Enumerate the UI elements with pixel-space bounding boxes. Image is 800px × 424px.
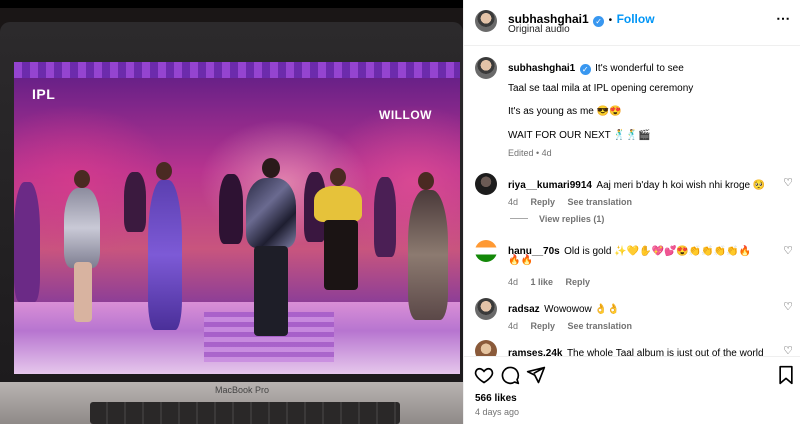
caption-author-avatar[interactable] bbox=[475, 57, 497, 79]
stage-lighting-rail bbox=[14, 62, 460, 78]
see-translation-button[interactable]: See translation bbox=[567, 321, 632, 331]
commenter-avatar[interactable] bbox=[475, 240, 497, 262]
caption-line: It's as young as me 😎😍 bbox=[508, 106, 622, 117]
performer-head bbox=[330, 168, 346, 186]
comment-text: Old is gold ✨💛✋💖💕😍👏👏👏👏🔥 bbox=[564, 246, 752, 257]
performer-lehenga bbox=[408, 190, 448, 320]
comment-text: Aaj meri b'day h koi wish nhi kroge 🥺 bbox=[596, 180, 766, 191]
performer-head bbox=[156, 162, 172, 180]
see-translation-button[interactable]: See translation bbox=[567, 197, 632, 207]
comment-meta: 4d Reply See translation bbox=[508, 316, 632, 334]
view-replies-button[interactable]: View replies (1) bbox=[539, 214, 604, 224]
post-header: subhashghai1 ✓ • Follow Original audio ⋯ bbox=[464, 0, 800, 46]
performer-purple-outfit bbox=[148, 180, 182, 330]
performer-sequin-jacket bbox=[246, 178, 296, 248]
commenter-avatar[interactable] bbox=[475, 298, 497, 320]
heart-icon[interactable] bbox=[474, 365, 494, 385]
author-avatar[interactable] bbox=[475, 10, 497, 32]
performer-head bbox=[262, 158, 280, 178]
performer-legs bbox=[74, 262, 92, 322]
verified-badge-icon: ✓ bbox=[579, 64, 591, 75]
comment-meta: 4d 1 like Reply bbox=[508, 272, 590, 290]
comment-meta: 4d Reply See translation bbox=[508, 192, 632, 210]
caption-edited-timestamp: Edited • 4d bbox=[508, 148, 552, 158]
media-top-bar bbox=[0, 0, 463, 8]
separator-dot: • bbox=[608, 15, 613, 26]
comment-text: Wowowow 👌👌 bbox=[544, 304, 620, 315]
performer-silver-dress bbox=[64, 188, 100, 268]
share-icon[interactable] bbox=[526, 365, 546, 385]
post-side-panel: subhashghai1 ✓ • Follow Original audio ⋯… bbox=[463, 0, 800, 424]
comment-like-heart-icon[interactable]: ♡ bbox=[782, 301, 794, 313]
performer-trousers bbox=[254, 246, 288, 336]
comment-time: 4d bbox=[508, 321, 519, 331]
laptop-screen: IPL WILLOW bbox=[14, 62, 460, 374]
broadcaster-logo: WILLOW bbox=[379, 108, 432, 122]
post-media[interactable]: IPL WILLOW MacBook Pro bbox=[0, 0, 463, 424]
comment-time: 4d bbox=[508, 197, 519, 207]
backup-dancer bbox=[374, 177, 396, 257]
post-timestamp: 4 days ago bbox=[475, 407, 520, 417]
comment-username[interactable]: radsaz bbox=[508, 304, 540, 315]
ipl-logo: IPL bbox=[32, 86, 56, 102]
comment-username[interactable]: riya__kumari9914 bbox=[508, 180, 592, 191]
comment-reply-button[interactable]: Reply bbox=[530, 321, 555, 331]
caption-line: WAIT FOR OUR NEXT 🕺🕺🎬 bbox=[508, 130, 651, 141]
backup-dancer bbox=[14, 182, 40, 302]
commenter-avatar[interactable] bbox=[475, 173, 497, 195]
audio-label[interactable]: Original audio bbox=[508, 24, 570, 35]
laptop-label: MacBook Pro bbox=[215, 385, 270, 395]
comment-likes-count[interactable]: 1 like bbox=[530, 277, 553, 287]
comment-reply-button[interactable]: Reply bbox=[565, 277, 590, 287]
caption-first-line: subhashghai1 ✓ It's wonderful to see bbox=[508, 58, 684, 76]
view-replies-line bbox=[510, 218, 528, 219]
comment-line: radsaz Wowowow 👌👌 bbox=[508, 299, 619, 317]
caption-author-username[interactable]: subhashghai1 bbox=[508, 63, 575, 74]
comment-text-continued: 🔥🔥 bbox=[508, 255, 533, 266]
performer-head bbox=[418, 172, 434, 190]
follow-button[interactable]: Follow bbox=[617, 12, 655, 26]
comment-icon[interactable] bbox=[500, 365, 520, 385]
comment-line: riya__kumari9914 Aaj meri b'day h koi wi… bbox=[508, 175, 765, 193]
comment-like-heart-icon[interactable]: ♡ bbox=[782, 245, 794, 257]
backup-dancer bbox=[219, 174, 243, 244]
verified-badge-icon: ✓ bbox=[593, 16, 605, 27]
comment-line: hanu__70s Old is gold ✨💛✋💖💕😍👏👏👏👏🔥 bbox=[508, 241, 751, 259]
more-options-icon[interactable]: ⋯ bbox=[776, 10, 791, 27]
performer-head bbox=[74, 170, 90, 188]
post-action-bar: 566 likes 4 days ago bbox=[464, 356, 800, 424]
likes-count[interactable]: 566 likes bbox=[475, 393, 517, 404]
comment-like-heart-icon[interactable]: ♡ bbox=[782, 177, 794, 189]
laptop-keyboard bbox=[90, 402, 400, 424]
performer-yellow-top bbox=[314, 186, 362, 222]
comment-time: 4d bbox=[508, 277, 519, 287]
caption-line: It's wonderful to see bbox=[595, 63, 684, 74]
performer-black-skirt bbox=[324, 220, 358, 290]
comment-reply-button[interactable]: Reply bbox=[530, 197, 555, 207]
caption-line: Taal se taal mila at IPL opening ceremon… bbox=[508, 83, 694, 94]
bookmark-icon[interactable] bbox=[776, 365, 796, 385]
backup-dancer bbox=[124, 172, 146, 232]
